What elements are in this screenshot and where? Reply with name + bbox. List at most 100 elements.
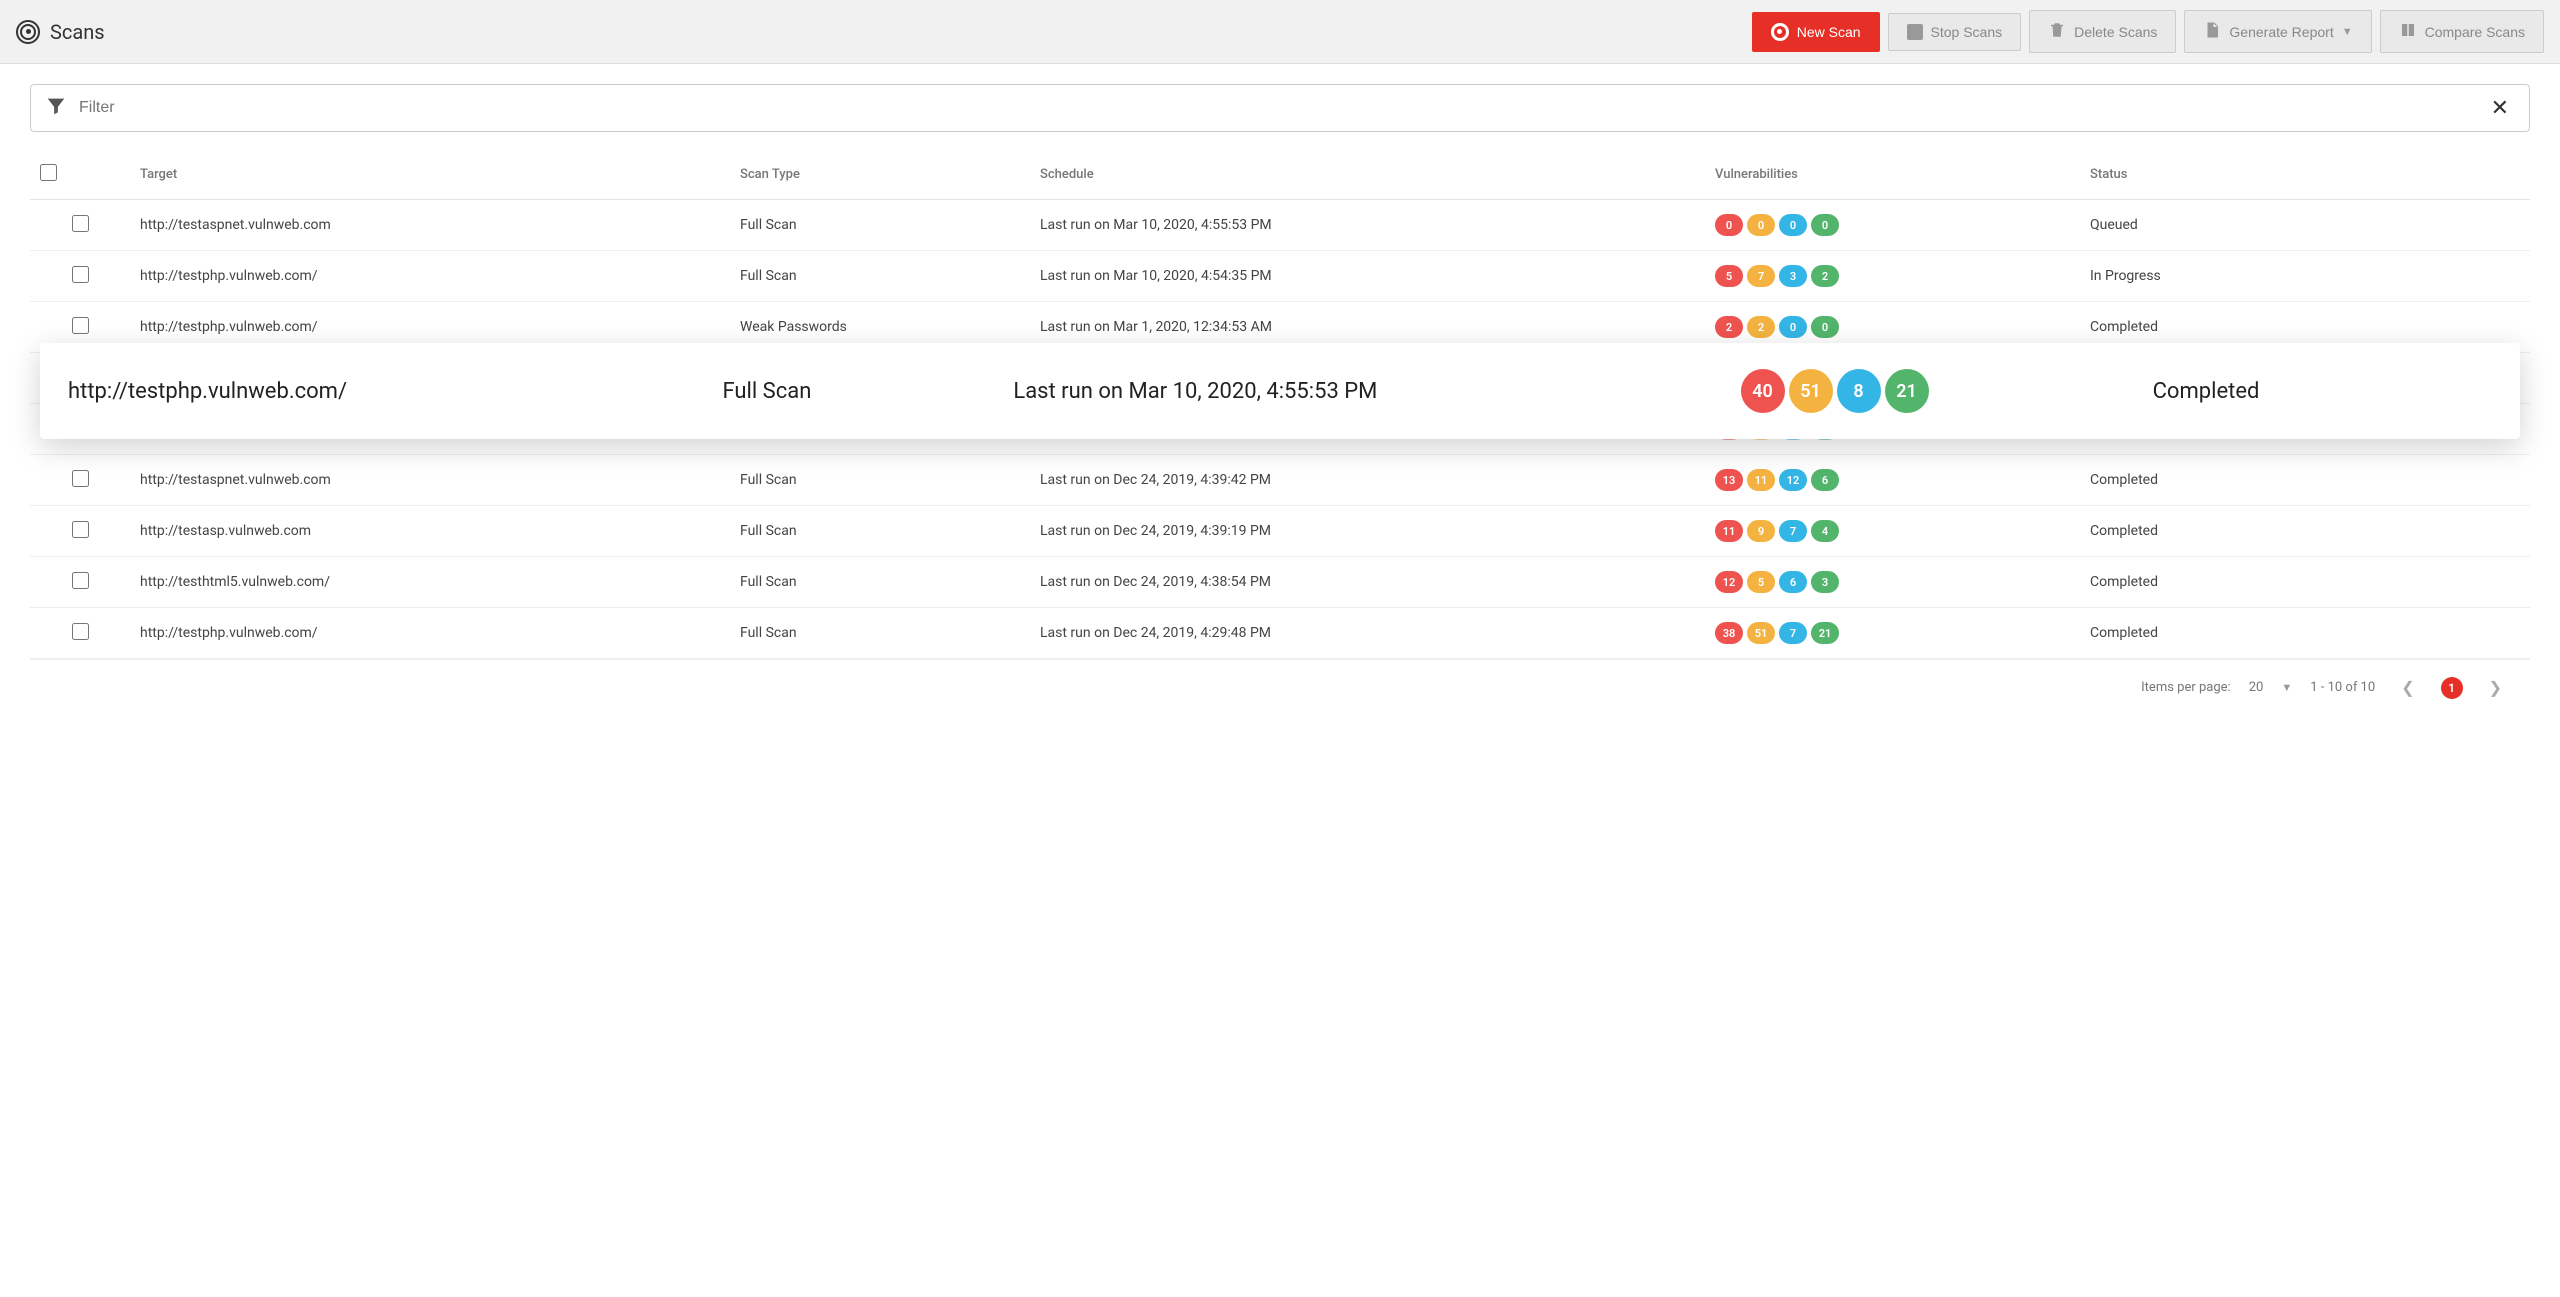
row-checkbox[interactable] — [72, 266, 89, 283]
vuln-pill: 0 — [1747, 214, 1775, 236]
target-icon — [1771, 23, 1789, 41]
cell-schedule: Last run on Dec 24, 2019, 4:29:48 PM — [1030, 608, 1705, 659]
col-header-status[interactable]: Status — [2080, 150, 2530, 200]
toolbar: Scans New Scan Stop Scans Delete Scans G… — [0, 0, 2560, 64]
compare-scans-label: Compare Scans — [2425, 24, 2525, 40]
cell-vulnerabilities: 0000 — [1705, 200, 2080, 251]
vuln-pill: 0 — [1715, 214, 1743, 236]
vuln-pill: 11 — [1747, 469, 1775, 491]
row-checkbox[interactable] — [72, 572, 89, 589]
pagination: Items per page: 20 ▼ 1 - 10 of 10 ❮ 1 ❯ — [30, 659, 2530, 715]
caret-down-icon: ▼ — [2342, 26, 2353, 38]
vuln-pill: 0 — [1779, 214, 1807, 236]
vuln-pill: 6 — [1779, 571, 1807, 593]
vuln-pill: 2 — [1747, 316, 1775, 338]
items-per-page-value[interactable]: 20 — [2249, 680, 2264, 695]
vuln-pill: 8 — [1837, 369, 1881, 413]
table-row[interactable]: http://testaspnet.vulnweb.com Full Scan … — [30, 455, 2530, 506]
row-checkbox[interactable] — [72, 317, 89, 334]
highlight-type: Full Scan — [722, 379, 1013, 404]
vuln-pill: 6 — [1811, 469, 1839, 491]
filter-input[interactable] — [79, 99, 2473, 117]
cell-type: Full Scan — [730, 608, 1030, 659]
vuln-pill: 11 — [1715, 520, 1743, 542]
table-row[interactable]: http://testasp.vulnweb.com Full Scan Las… — [30, 506, 2530, 557]
highlight-status: Completed — [2153, 379, 2492, 404]
cell-vulnerabilities: 3851721 — [1705, 608, 2080, 659]
table-row[interactable]: http://testphp.vulnweb.com/ Full Scan La… — [30, 251, 2530, 302]
cell-status: Completed — [2080, 608, 2530, 659]
generate-report-label: Generate Report — [2229, 24, 2333, 40]
cell-target: http://testhtml5.vulnweb.com/ — [130, 557, 730, 608]
cell-schedule: Last run on Mar 10, 2020, 4:55:53 PM — [1030, 200, 1705, 251]
col-header-schedule[interactable]: Schedule — [1030, 150, 1705, 200]
row-checkbox[interactable] — [72, 521, 89, 538]
vuln-pill: 4 — [1811, 520, 1839, 542]
cell-target: http://testaspnet.vulnweb.com — [130, 455, 730, 506]
col-header-vulnerabilities[interactable]: Vulnerabilities — [1705, 150, 2080, 200]
filter-icon — [45, 95, 67, 121]
row-checkbox[interactable] — [72, 623, 89, 640]
vuln-pill: 12 — [1779, 469, 1807, 491]
table-wrap: Target Scan Type Schedule Vulnerabilitie… — [30, 150, 2530, 659]
vuln-pill: 13 — [1715, 469, 1743, 491]
row-checkbox[interactable] — [72, 470, 89, 487]
new-scan-label: New Scan — [1797, 24, 1861, 40]
items-per-page-label: Items per page: — [2141, 680, 2231, 695]
pagination-range: 1 - 10 of 10 — [2310, 680, 2375, 695]
clear-filter-icon[interactable]: ✕ — [2485, 96, 2515, 121]
prev-page-button[interactable]: ❮ — [2393, 674, 2422, 701]
cell-type: Full Scan — [730, 455, 1030, 506]
cell-type: Full Scan — [730, 200, 1030, 251]
compare-icon — [2399, 21, 2417, 42]
filter-box: ✕ — [30, 84, 2530, 132]
scans-icon — [16, 20, 40, 44]
cell-schedule: Last run on Dec 24, 2019, 4:39:42 PM — [1030, 455, 1705, 506]
content-area: ✕ Target Scan Type Schedule Vulnerabilit… — [0, 64, 2560, 715]
vuln-pill: 2 — [1715, 316, 1743, 338]
select-all-checkbox[interactable] — [40, 164, 57, 181]
vuln-pill: 21 — [1885, 369, 1929, 413]
vuln-pill: 5 — [1715, 265, 1743, 287]
compare-scans-button[interactable]: Compare Scans — [2380, 10, 2544, 53]
highlighted-scan-card[interactable]: http://testphp.vulnweb.com/ Full Scan La… — [40, 343, 2520, 439]
page-title-group: Scans — [16, 20, 1744, 44]
cell-target: http://testphp.vulnweb.com/ — [130, 608, 730, 659]
cell-target: http://testphp.vulnweb.com/ — [130, 251, 730, 302]
vuln-pill: 3 — [1811, 571, 1839, 593]
vuln-pill: 21 — [1811, 622, 1839, 644]
table-row[interactable]: http://testaspnet.vulnweb.com Full Scan … — [30, 200, 2530, 251]
vuln-pill: 0 — [1811, 316, 1839, 338]
vuln-pill: 5 — [1747, 571, 1775, 593]
cell-status: Completed — [2080, 557, 2530, 608]
cell-status: In Progress — [2080, 251, 2530, 302]
vuln-pill: 40 — [1741, 369, 1785, 413]
col-header-target[interactable]: Target — [130, 150, 730, 200]
row-checkbox[interactable] — [72, 215, 89, 232]
cell-vulnerabilities: 1311126 — [1705, 455, 2080, 506]
vuln-pill: 7 — [1747, 265, 1775, 287]
next-page-button[interactable]: ❯ — [2481, 674, 2510, 701]
vuln-pill: 0 — [1779, 316, 1807, 338]
vuln-pill: 38 — [1715, 622, 1743, 644]
vuln-pill: 7 — [1779, 520, 1807, 542]
cell-type: Full Scan — [730, 506, 1030, 557]
items-per-page-caret-icon[interactable]: ▼ — [2281, 681, 2292, 694]
table-row[interactable]: http://testphp.vulnweb.com/ Full Scan La… — [30, 608, 2530, 659]
page-number-badge[interactable]: 1 — [2441, 677, 2463, 699]
stop-scans-button[interactable]: Stop Scans — [1888, 13, 2022, 51]
new-scan-button[interactable]: New Scan — [1752, 12, 1880, 52]
table-row[interactable]: http://testhtml5.vulnweb.com/ Full Scan … — [30, 557, 2530, 608]
cell-schedule: Last run on Mar 10, 2020, 4:54:35 PM — [1030, 251, 1705, 302]
vuln-pill: 0 — [1811, 214, 1839, 236]
generate-report-button[interactable]: Generate Report ▼ — [2184, 10, 2371, 53]
cell-status: Queued — [2080, 200, 2530, 251]
col-header-scan-type[interactable]: Scan Type — [730, 150, 1030, 200]
stop-scans-label: Stop Scans — [1931, 24, 2003, 40]
cell-vulnerabilities: 11974 — [1705, 506, 2080, 557]
stop-icon — [1907, 24, 1923, 40]
cell-target: http://testaspnet.vulnweb.com — [130, 200, 730, 251]
delete-scans-button[interactable]: Delete Scans — [2029, 10, 2176, 53]
cell-schedule: Last run on Dec 24, 2019, 4:38:54 PM — [1030, 557, 1705, 608]
table-header-row: Target Scan Type Schedule Vulnerabilitie… — [30, 150, 2530, 200]
